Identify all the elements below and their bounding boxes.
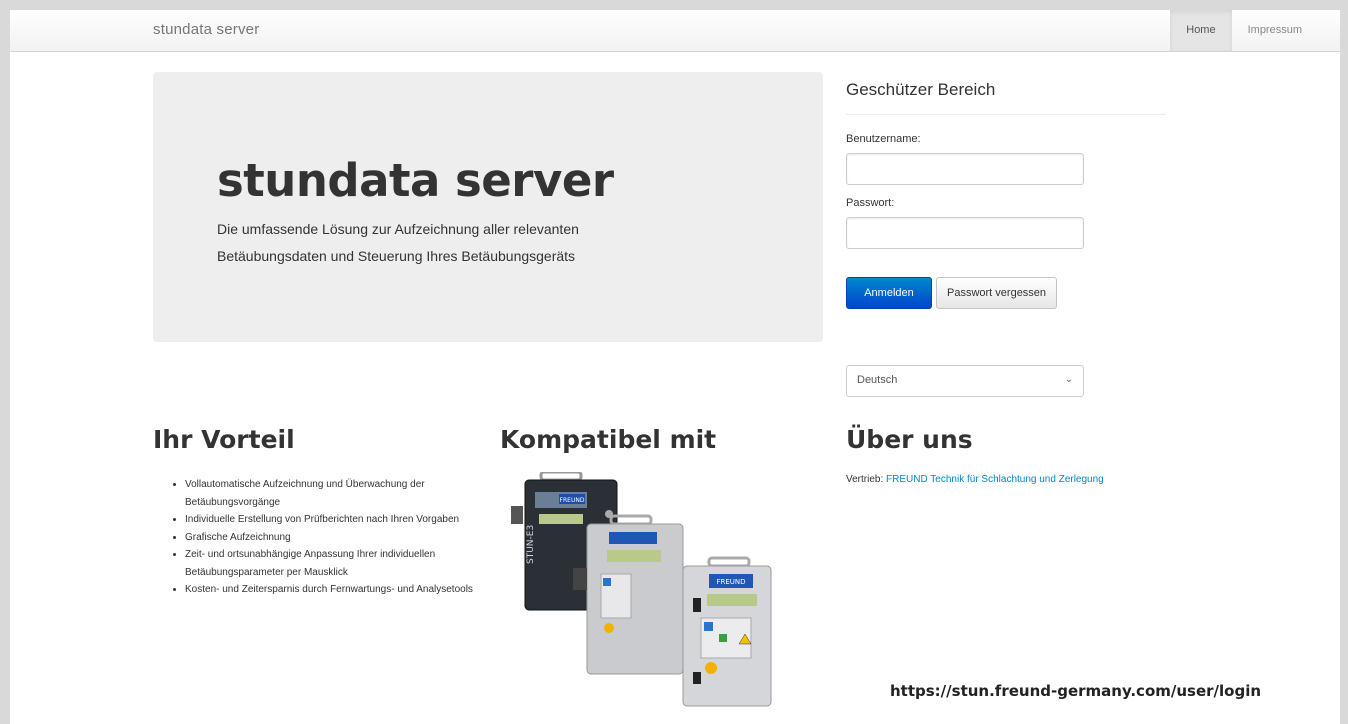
device-label-text: STUN-E3 [526, 525, 536, 564]
login-button[interactable]: Anmelden [846, 277, 932, 309]
list-item: Grafische Aufzeichnung [185, 529, 473, 547]
nav-impressum[interactable]: Impressum [1232, 10, 1318, 51]
hero-unit: stundata server Die umfassende Lösung zu… [153, 72, 823, 342]
login-form: Geschützer Bereich Benutzername: Passwor… [846, 72, 1166, 309]
device-brand-text-1: FREUND [560, 497, 585, 504]
username-input[interactable] [846, 153, 1084, 185]
username-label: Benutzername: [846, 133, 921, 145]
login-title: Geschützer Bereich [846, 72, 1166, 115]
nav-menu: Home Impressum [1170, 10, 1318, 51]
brand-link[interactable]: stundata server [153, 21, 259, 38]
device-brand-text-3: FREUND [716, 578, 745, 586]
password-input[interactable] [846, 217, 1084, 249]
nav-home[interactable]: Home [1170, 10, 1232, 51]
hero-title: stundata server [217, 154, 614, 207]
forgot-password-button[interactable]: Passwort vergessen [936, 277, 1058, 309]
login-buttons: Anmelden Passwort vergessen [846, 277, 1166, 309]
chevron-down-icon: ⌄ [1064, 374, 1073, 385]
vorteil-heading: Ihr Vorteil [153, 425, 295, 454]
hero-tagline-line2: Betäubungsdaten und Steuerung Ihres Betä… [217, 248, 576, 264]
vertrieb-line: Vertrieb: FREUND Technik für Schlachtung… [846, 474, 1104, 485]
password-label: Passwort: [846, 197, 895, 209]
list-item: Vollautomatische Aufzeichnung und Überwa… [185, 476, 473, 511]
list-item: Kosten- und Zeitersparnis durch Fernwart… [185, 581, 473, 599]
ueber-heading: Über uns [846, 425, 973, 454]
navbar: stundata server Home Impressum [10, 10, 1340, 52]
vorteil-list: Vollautomatische Aufzeichnung und Überwa… [173, 476, 473, 599]
list-item: Individuelle Erstellung von Prüfberichte… [185, 511, 473, 529]
device-silver-2: FREUND [682, 556, 772, 707]
device-silver-1 [573, 514, 684, 675]
url-caption: https://stun.freund-germany.com/user/log… [890, 682, 1262, 700]
stun-devices-image: FREUND STUN-E3 FREUND [511, 472, 772, 707]
language-selected: Deutsch [857, 374, 898, 386]
hero-tagline: Die umfassende Lösung zur Aufzeichnung a… [217, 216, 687, 270]
vertrieb-prefix: Vertrieb: [846, 474, 884, 485]
freund-link[interactable]: FREUND Technik für Schlachtung und Zerle… [886, 474, 1104, 485]
hero-tagline-line1: Die umfassende Lösung zur Aufzeichnung a… [217, 221, 579, 237]
kompatibel-heading: Kompatibel mit [500, 425, 717, 454]
language-select[interactable]: Deutsch ⌄ [846, 365, 1084, 397]
list-item: Zeit- und ortsunabhängige Anpassung Ihre… [185, 546, 473, 581]
browser-page: stundata server Home Impressum stundata … [10, 10, 1340, 724]
